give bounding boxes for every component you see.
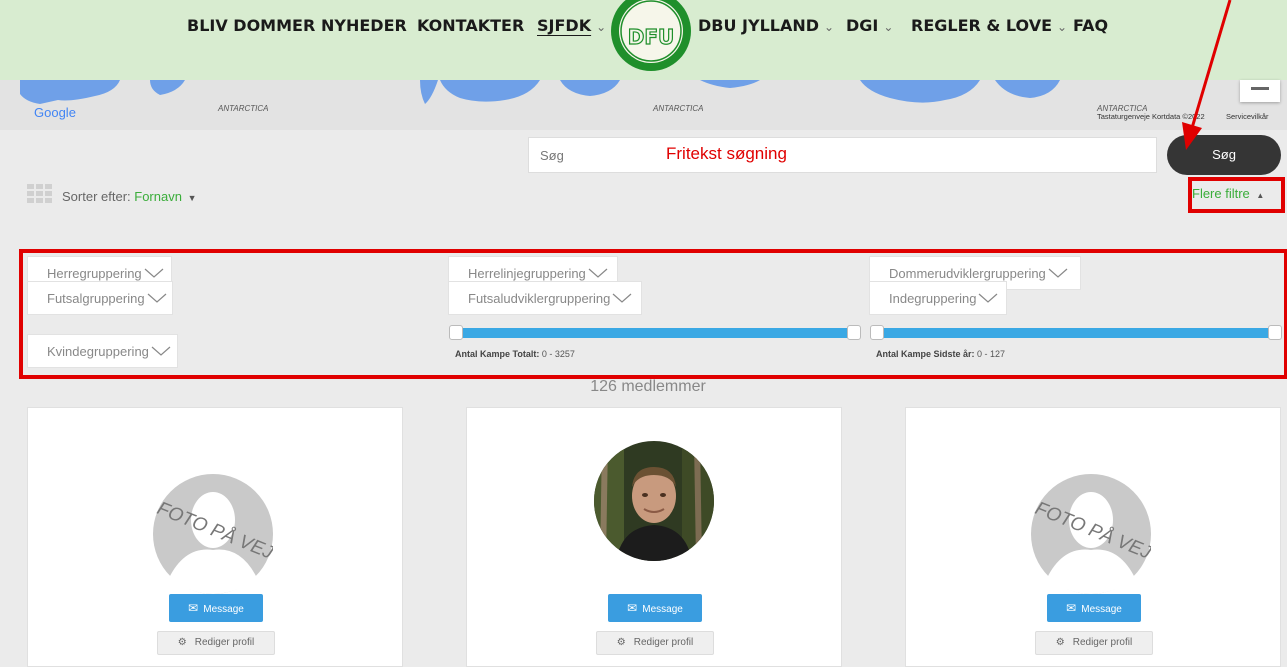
chevron-down-icon [147,293,166,303]
total-matches-slider[interactable] [449,325,861,345]
message-label: Message [1081,604,1122,615]
edit-profile-label: Rediger profil [633,637,694,648]
slider-track [455,328,855,338]
dropdown-label: Herrelinjegruppering [468,266,586,281]
caret-down-icon: ▼ [187,193,197,203]
sort-control[interactable]: Sorter efter: Fornavn ▼ [62,189,197,204]
member-photo [594,441,714,561]
map[interactable] [0,80,1287,130]
annotation-free-text-search: Fritekst søgning [666,144,787,163]
nav-dbu-jylland[interactable]: DBU JYLLAND ⌄ [698,16,834,35]
futsaludviklergruppering-dropdown[interactable]: Futsaludviklergruppering [448,281,642,315]
chevron-down-icon: ⌄ [1057,20,1068,34]
nav-faq[interactable]: FAQ [1073,16,1108,35]
nav-regler-love[interactable]: REGLER & LOVE ⌄ [911,16,1067,35]
message-label: Message [642,604,683,615]
google-logo: Google [34,105,76,120]
dropdown-label: Futsaludviklergruppering [468,291,611,306]
member-card: FOTO PÅ VEJ ✉ Message ⚙ Rediger profil [27,407,403,667]
sort-label: Sorter efter: [62,189,131,204]
photo-placeholder-icon: FOTO PÅ VEJ [153,474,277,594]
search-input[interactable] [528,137,1157,173]
message-button[interactable]: ✉ Message [608,594,702,622]
nav-sjfdk[interactable]: SJFDK ⌄ [537,16,606,35]
sort-value: Fornavn [134,189,182,204]
nav-kontakter[interactable]: KONTAKTER [417,16,524,35]
nav-label: DBU JYLLAND [698,16,820,35]
keyboard-shortcuts-link[interactable]: Tastaturgenveje [1097,112,1150,121]
gear-icon: ⚙ [616,637,626,648]
total-matches-label: Antal Kampe Totalt: 0 - 3257 [455,349,575,359]
slider-max-handle[interactable] [1268,325,1282,340]
nav-label: BLIV DOMMER [187,16,316,35]
nav-bliv-dommer[interactable]: BLIV DOMMER [187,16,315,35]
chevron-down-icon: ⌄ [596,20,607,34]
nav-label: FAQ [1073,16,1109,35]
member-card: ✉ Message ⚙ Rediger profil [466,407,842,667]
dropdown-label: Futsalgruppering [47,291,145,306]
envelope-icon: ✉ [1066,601,1077,615]
nav-label: SJFDK [537,16,592,35]
slider-track [876,328,1280,338]
map-region-label: ANTARCTICA [653,104,704,113]
last-year-matches-label: Antal Kampe Sidste år: 0 - 127 [876,349,1006,359]
last-year-matches-slider[interactable] [870,325,1282,345]
envelope-icon: ✉ [627,601,638,615]
nav-label: DGI [846,16,879,35]
envelope-icon: ✉ [188,601,199,615]
member-card: FOTO PÅ VEJ ✉ Message ⚙ Rediger profil [905,407,1281,667]
slider-min-handle[interactable] [870,325,884,340]
annotation-box-filter-panel [19,249,1287,379]
dropdown-label: Herregruppering [47,266,142,281]
chevron-down-icon [612,293,632,303]
nav-label: NYHEDER [321,16,407,35]
photo-placeholder-icon: FOTO PÅ VEJ [1031,474,1155,594]
edit-profile-button[interactable]: ⚙ Rediger profil [596,631,714,655]
chevron-down-icon [979,293,998,303]
kvindegruppering-dropdown[interactable]: Kvindegruppering [27,334,178,368]
edit-profile-label: Rediger profil [194,637,255,648]
chevron-down-icon [1048,268,1068,278]
chevron-down-icon: ⌄ [883,20,894,34]
slider-max-handle[interactable] [847,325,861,340]
edit-profile-button[interactable]: ⚙ Rediger profil [157,631,275,655]
annotation-arrow-icon [1182,0,1232,150]
message-label: Message [203,604,244,615]
map-water-shapes [20,80,1060,104]
chevron-down-icon [588,268,608,278]
grid-view-icon[interactable] [27,184,53,204]
chevron-down-icon: ⌄ [824,20,835,34]
nav-label: REGLER & LOVE [911,16,1053,35]
gear-icon: ⚙ [1055,637,1065,648]
message-button[interactable]: ✉ Message [169,594,263,622]
chevron-down-icon [151,346,171,356]
indegruppering-dropdown[interactable]: Indegruppering [869,281,1007,315]
message-button[interactable]: ✉ Message [1047,594,1141,622]
dfu-logo[interactable]: DFU [606,0,696,76]
dropdown-label: Indegruppering [889,291,977,306]
map-region-label: ANTARCTICA [218,104,269,113]
nav-dgi[interactable]: DGI ⌄ [846,16,893,35]
edit-profile-button[interactable]: ⚙ Rediger profil [1035,631,1153,655]
dropdown-label: Dommerudviklergruppering [889,266,1046,281]
nav-label: KONTAKTER [417,16,525,35]
minus-icon [1251,87,1269,90]
gear-icon: ⚙ [177,637,187,648]
chevron-down-icon [144,268,164,278]
nav-nyheder[interactable]: NYHEDER [321,16,407,35]
dropdown-label: Kvindegruppering [47,344,149,359]
slider-min-handle[interactable] [449,325,463,340]
annotation-box-more-filters [1188,177,1285,213]
logo-text: DFU [628,25,675,49]
edit-profile-label: Rediger profil [1072,637,1133,648]
member-count: 126 medlemmer [590,378,706,395]
futsalgruppering-dropdown[interactable]: Futsalgruppering [27,281,173,315]
